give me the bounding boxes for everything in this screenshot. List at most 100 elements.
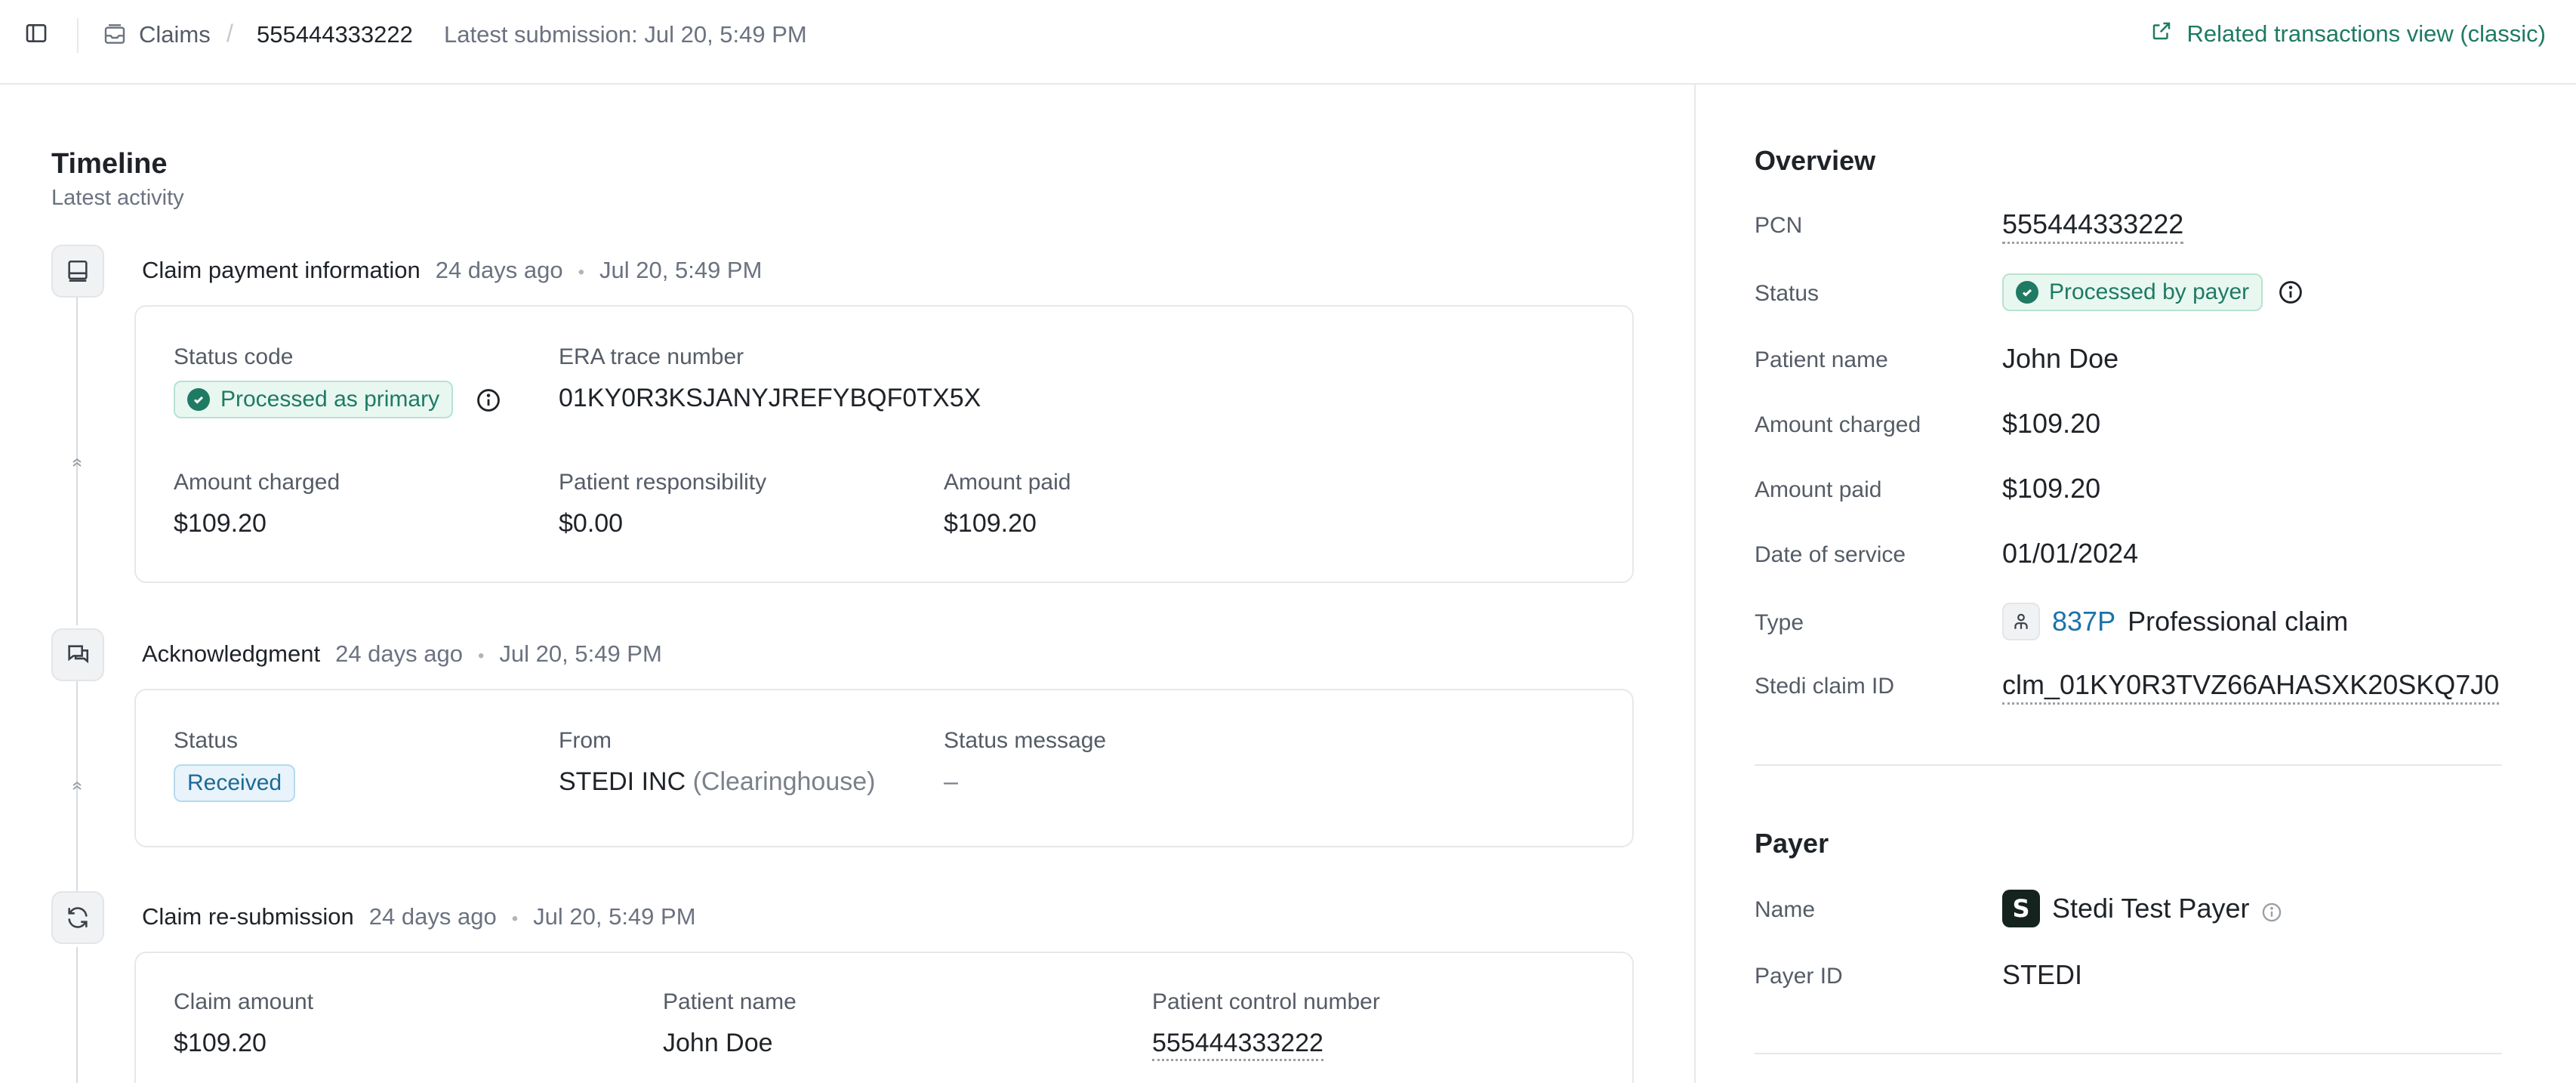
type-code-link[interactable]: 837P	[2052, 606, 2115, 637]
event-title: Claim re-submission	[142, 903, 354, 930]
stedi-claim-id-value[interactable]: clm_01KY0R3TVZ66AHASXK20SKQ7J0	[2002, 669, 2500, 705]
amount-charged-field: Amount charged $109.20	[174, 470, 340, 538]
overview-title: Overview	[1755, 145, 1876, 176]
breadcrumb-claims[interactable]: Claims	[139, 21, 211, 48]
amount-paid-field: Amount paid $109.20	[944, 470, 1071, 538]
payment-info-card: Status code Processed as primary ERA tra…	[134, 305, 1634, 583]
ack-status-label: Status	[174, 728, 239, 753]
event-title: Claim payment information	[142, 257, 421, 283]
ack-from-value: STEDI INC	[559, 767, 686, 796]
status-label: Status	[1755, 281, 1820, 306]
ack-from-label: From	[559, 728, 612, 753]
payer-id-label: Payer ID	[1755, 964, 1843, 989]
amount-charged-label: Amount charged	[1755, 412, 1921, 437]
related-transactions-link[interactable]: Related transactions view (classic)	[2150, 20, 2546, 48]
payer-name-value: Stedi Test Payer	[2052, 893, 2250, 924]
patient-responsibility-value: $0.00	[559, 509, 624, 538]
status-code-value-row: Processed as primary	[174, 381, 501, 418]
payer-logo: S	[2002, 890, 2040, 927]
resub-patient-name-field: Patient name John Doe	[663, 989, 797, 1058]
event-relative-time: 24 days ago	[435, 257, 563, 283]
event-relative-time: 24 days ago	[368, 903, 497, 930]
resubmission-card: Claim amount $109.20 Patient name John D…	[134, 952, 1634, 1083]
date-of-service-label: Date of service	[1755, 542, 1906, 567]
info-icon[interactable]	[2278, 279, 2303, 305]
claim-amount-value: $109.20	[174, 1029, 267, 1057]
amount-paid-label: Amount paid	[1755, 477, 1882, 502]
status-badge-label: Processed as primary	[220, 387, 440, 412]
ack-from-qualifier: (Clearinghouse)	[692, 767, 876, 796]
type-label: Type	[1755, 610, 1804, 635]
check-circle-icon	[187, 388, 210, 411]
event-header-acknowledgment: Acknowledgment 24 days ago • Jul 20, 5:4…	[142, 640, 662, 668]
external-link-icon	[2150, 20, 2173, 48]
payer-name-label: Name	[1755, 897, 1816, 922]
status-badge: Processed as primary	[174, 381, 454, 418]
chevrons-up-icon	[69, 778, 85, 793]
claim-amount-field: Claim amount $109.20	[174, 989, 313, 1058]
ack-status-field: Status Received	[174, 728, 296, 802]
date-of-service-value: 01/01/2024	[2002, 538, 2139, 569]
status-badge-label: Processed by payer	[2049, 279, 2250, 304]
breadcrumb-separator: /	[226, 20, 233, 47]
patient-name-value: John Doe	[2002, 343, 2119, 374]
resub-pcn-label: Patient control number	[1152, 989, 1380, 1014]
info-icon[interactable]	[476, 387, 501, 413]
check-circle-icon	[2016, 281, 2038, 304]
status-code-field: Status code Processed as primary	[174, 344, 501, 418]
ack-message-field: Status message –	[944, 728, 1106, 797]
amount-paid-value: $109.20	[2002, 473, 2101, 504]
status-badge: Processed by payer	[2002, 273, 2263, 311]
timeline-subtitle: Latest activity	[51, 186, 184, 210]
latest-submission: Latest submission: Jul 20, 5:49 PM	[444, 21, 807, 48]
timeline-title: Timeline	[51, 148, 168, 180]
event-title: Acknowledgment	[142, 640, 321, 667]
overview-charged-row: Amount charged $109.20	[1755, 408, 2502, 446]
inbox-icon	[103, 23, 127, 47]
ack-from-field: From STEDI INC (Clearinghouse)	[559, 728, 875, 797]
sidebar-toggle-icon[interactable]	[24, 21, 48, 45]
overview-status-row: Status Processed by payer	[1755, 273, 2502, 311]
amount-charged-label: Amount charged	[174, 470, 340, 495]
patient-responsibility-field: Patient responsibility $0.00	[559, 470, 766, 538]
message-icon	[51, 628, 104, 681]
era-trace-field: ERA trace number 01KY0R3KSJANYJREFYBQF0T…	[559, 344, 981, 413]
event-date: Jul 20, 5:49 PM	[533, 903, 696, 930]
event-date: Jul 20, 5:49 PM	[499, 640, 662, 667]
resub-pcn-field: Patient control number 555444333222	[1152, 989, 1380, 1061]
event-header-resubmission: Claim re-submission 24 days ago • Jul 20…	[142, 903, 696, 930]
claim-id-wrap: clm_01KY0R3TVZ66AHASXK20SKQ7J0	[2002, 669, 2500, 705]
overview-dos-row: Date of service 01/01/2024	[1755, 538, 2502, 575]
amount-paid-value: $109.20	[944, 509, 1037, 538]
event-header-payment: Claim payment information 24 days ago • …	[142, 257, 762, 284]
person-icon	[2002, 603, 2040, 640]
event-date: Jul 20, 5:49 PM	[599, 257, 763, 283]
amount-charged-value: $109.20	[174, 509, 267, 538]
event-separator-dot: •	[578, 262, 585, 282]
era-trace-value: 01KY0R3KSJANYJREFYBQF0TX5X	[559, 384, 981, 412]
breadcrumb-claim-id: 555444333222	[257, 21, 413, 48]
overview-paid-row: Amount paid $109.20	[1755, 473, 2502, 511]
related-transactions-label: Related transactions view (classic)	[2186, 20, 2546, 47]
top-bar: Claims / 555444333222 Latest submission:…	[0, 0, 2576, 85]
pcn-value[interactable]: 555444333222	[2002, 208, 2184, 244]
claim-amount-label: Claim amount	[174, 989, 314, 1014]
amount-paid-label: Amount paid	[944, 470, 1071, 495]
payer-divider	[1755, 1053, 2502, 1054]
patient-responsibility-label: Patient responsibility	[559, 470, 767, 495]
ack-message-label: Status message	[944, 728, 1107, 753]
acknowledgment-card: Status Received From STEDI INC (Clearing…	[134, 689, 1634, 847]
amount-charged-value: $109.20	[2002, 408, 2101, 439]
panel-divider	[1694, 85, 1696, 1083]
refresh-icon	[51, 891, 104, 944]
status-code-label: Status code	[174, 344, 294, 369]
payer-name-row: Name S Stedi Test Payer	[1755, 890, 2502, 927]
overview-patient-row: Patient name John Doe	[1755, 343, 2502, 381]
pcn-value-wrap: 555444333222	[2002, 208, 2184, 244]
resub-pcn-value[interactable]: 555444333222	[1152, 1029, 1323, 1061]
status-value-wrap: Processed by payer	[2002, 273, 2303, 311]
ack-from-value-row: STEDI INC (Clearinghouse)	[559, 767, 875, 797]
info-icon[interactable]	[2261, 898, 2282, 922]
event-relative-time: 24 days ago	[335, 640, 463, 667]
overview-divider	[1755, 764, 2502, 766]
